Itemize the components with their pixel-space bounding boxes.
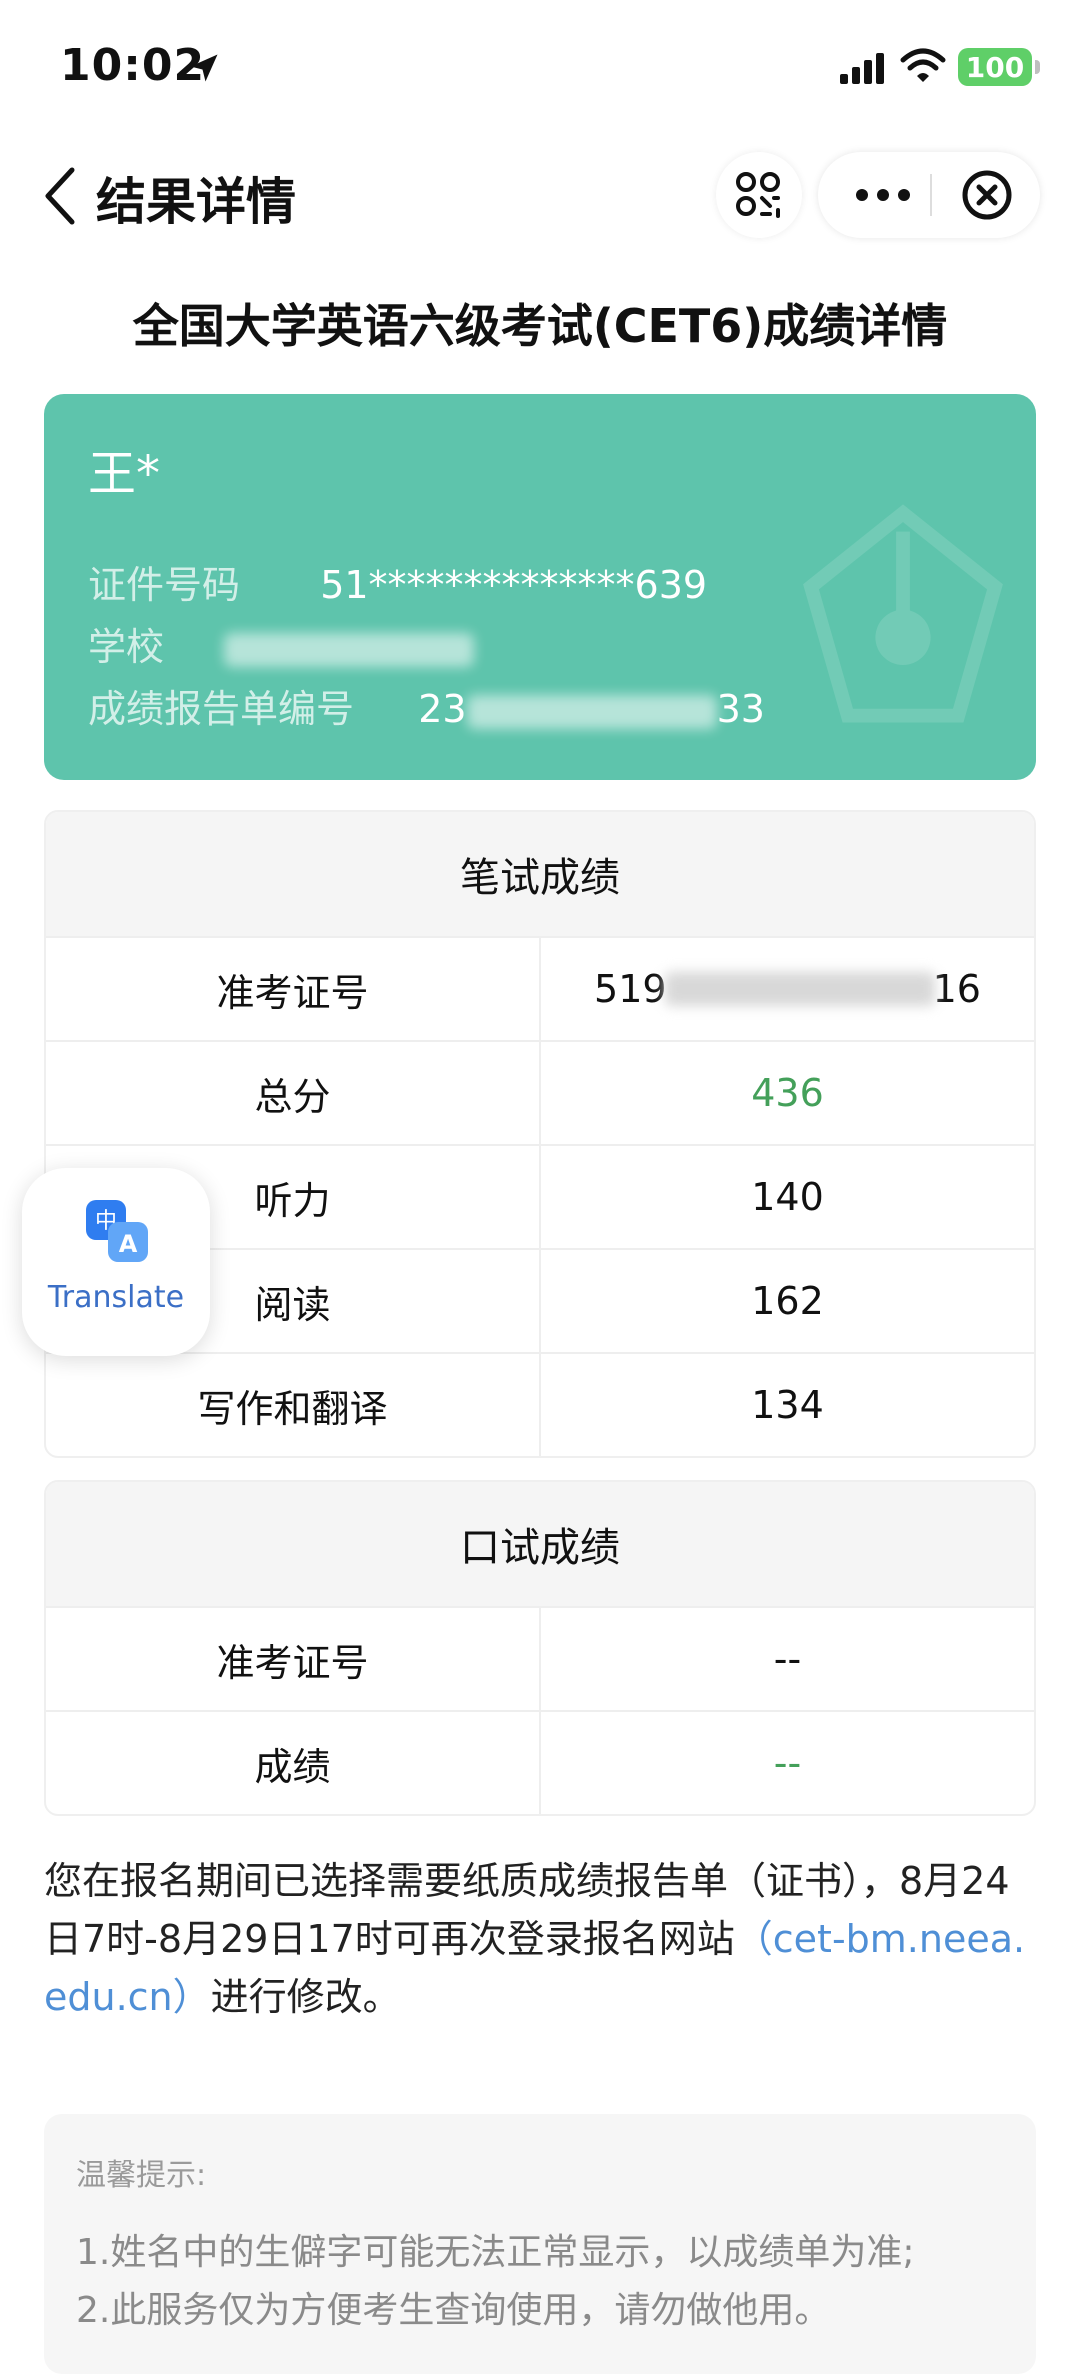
id-value: 51**************639 [320, 563, 708, 607]
notice-text-end: 进行修改。 [210, 1975, 401, 2019]
status-time: 10:02 [60, 40, 206, 91]
id-label: 证件号码 [88, 563, 241, 607]
mini-program-capsule [818, 152, 1040, 238]
report-suffix: 33 [716, 687, 765, 731]
row-value: -- [773, 1637, 802, 1681]
translate-icon: 中 A [86, 1200, 148, 1262]
translate-label: Translate [47, 1280, 185, 1315]
nav-bar: 结果详情 [0, 140, 1080, 250]
table-row: 写作和翻译 134 [46, 1352, 1034, 1456]
row-label: 准考证号 [46, 938, 541, 1040]
nav-title: 结果详情 [96, 173, 296, 231]
school-row: 学校 [88, 616, 475, 671]
report-value-redacted [466, 694, 717, 729]
row-label: 准考证号 [46, 1608, 541, 1710]
oral-header: 口试成绩 [46, 1482, 1034, 1606]
oral-score-value: -- [773, 1741, 802, 1785]
written-header: 笔试成绩 [46, 812, 1034, 936]
row-value: 140 [751, 1175, 824, 1219]
written-score-table: 笔试成绩 准考证号 519 16 总分 436 听力 140 阅读 162 写作和… [44, 810, 1036, 1458]
more-button[interactable] [838, 152, 928, 238]
admission-prefix: 519 [594, 967, 667, 1011]
close-button[interactable] [942, 152, 1032, 238]
table-row: 成绩 -- [46, 1710, 1034, 1814]
total-score: 436 [751, 1071, 824, 1115]
candidate-card: 王* 证件号码 51**************639 学校 成绩报告单编号 2… [44, 394, 1036, 780]
report-label: 成绩报告单编号 [88, 687, 355, 731]
capsule-divider [930, 174, 932, 216]
row-value: 162 [751, 1279, 824, 1323]
table-row: 准考证号 519 16 [46, 936, 1034, 1040]
scan-icon [736, 172, 780, 218]
admission-redacted [664, 972, 935, 1006]
row-value: 134 [751, 1383, 824, 1427]
translate-widget[interactable]: 中 A Translate [22, 1168, 210, 1356]
tips-line: 2.此服务仅为方便考生查询使用，请勿做他用。 [76, 2290, 831, 2331]
tips-title: 温馨提示: [76, 2158, 207, 2193]
status-bar: 10:02 100 [0, 0, 1080, 140]
admission-suffix: 16 [932, 967, 981, 1011]
back-chevron-icon[interactable] [40, 164, 80, 228]
school-value-redacted [224, 632, 475, 667]
candidate-name: 王* [88, 446, 161, 502]
more-dots-icon [856, 189, 910, 201]
oral-score-table: 口试成绩 准考证号 -- 成绩 -- [44, 1480, 1036, 1816]
table-row: 总分 436 [46, 1040, 1034, 1144]
cellular-signal-icon [840, 53, 884, 84]
tips-box: 温馨提示: 1.姓名中的生僻字可能无法正常显示，以成绩单为准; 2.此服务仅为方… [44, 2114, 1036, 2374]
row-label: 成绩 [46, 1712, 541, 1814]
row-value: 519 16 [541, 938, 1034, 1040]
tips-line: 1.姓名中的生僻字可能无法正常显示，以成绩单为准; [76, 2232, 915, 2273]
id-row: 证件号码 51**************639 [88, 554, 707, 609]
close-circle-icon [962, 170, 1012, 220]
battery-level: 100 [965, 50, 1025, 84]
location-arrow-icon [190, 54, 218, 82]
svg-text:A: A [119, 1230, 138, 1258]
scan-button[interactable] [716, 152, 802, 238]
report-row: 成绩报告单编号 23 33 [88, 678, 765, 733]
wifi-icon [900, 48, 946, 82]
battery-indicator: 100 [958, 48, 1040, 86]
pen-nib-watermark-icon [803, 504, 1003, 723]
row-label: 写作和翻译 [46, 1354, 541, 1456]
notice-paragraph: 您在报名期间已选择需要纸质成绩报告单（证书），8月24日7时-8月29日17时可… [44, 1852, 1036, 2026]
page-heading: 全国大学英语六级考试(CET6)成绩详情 [132, 299, 948, 353]
table-row: 准考证号 -- [46, 1606, 1034, 1710]
school-label: 学校 [88, 625, 165, 669]
row-label: 总分 [46, 1042, 541, 1144]
report-prefix: 23 [418, 687, 467, 731]
